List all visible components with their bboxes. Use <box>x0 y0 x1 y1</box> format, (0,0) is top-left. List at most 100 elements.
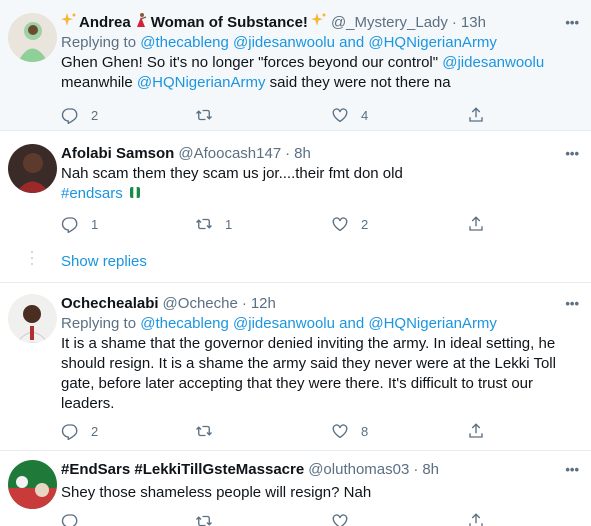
retweet-button[interactable]: 1 <box>195 214 232 234</box>
show-replies-link[interactable]: Show replies <box>61 252 147 272</box>
avatar-image <box>8 144 57 193</box>
mention-link[interactable]: @thecableng <box>140 315 229 332</box>
tweet-header: Afolabi Samson @Afoocash147 · 8h ••• <box>61 144 583 164</box>
retweet-button[interactable] <box>195 105 225 125</box>
replying-and[interactable]: and <box>339 315 364 332</box>
mention-link[interactable]: @HQNigerianArmy <box>368 34 497 51</box>
tweet-text-part: Ghen Ghen! So it's no longer "forces bey… <box>61 54 439 71</box>
retweet-button[interactable] <box>195 421 225 441</box>
author-handle[interactable]: @_Mystery_Lady <box>331 13 448 33</box>
reply-button[interactable]: 2 <box>61 105 98 125</box>
retweet-icon <box>196 425 212 437</box>
reply-icon <box>61 108 78 124</box>
author-handle[interactable]: @oluthomas03 <box>308 460 409 480</box>
reply-button[interactable] <box>61 511 79 526</box>
replying-to: Replying to @thecableng @jidesanwoolu an… <box>61 314 583 334</box>
more-options-icon[interactable]: ••• <box>565 460 579 480</box>
avatar-image <box>8 460 57 509</box>
like-button[interactable]: 8 <box>331 421 368 441</box>
author-name[interactable]: Afolabi Samson <box>61 144 174 164</box>
mention-link[interactable]: @jidesanwoolu <box>233 315 335 332</box>
retweet-icon <box>196 218 212 230</box>
heart-icon <box>332 424 348 439</box>
separator-dot: · <box>451 14 457 31</box>
show-replies-row[interactable]: Show replies <box>0 243 591 283</box>
tweet-header: Ochechealabi @Ocheche · 12h ••• <box>61 294 583 314</box>
more-options-icon[interactable]: ••• <box>565 144 579 164</box>
reply-icon <box>61 217 78 233</box>
tweet[interactable]: Afolabi Samson @Afoocash147 · 8h ••• Nah… <box>0 131 591 243</box>
more-options-icon[interactable]: ••• <box>565 294 579 314</box>
mention-link[interactable]: @HQNigerianArmy <box>368 315 497 332</box>
author-name[interactable]: #EndSars #LekkiTillGsteMassacre <box>61 460 304 480</box>
tweet-text-part: meanwhile <box>61 74 133 91</box>
separator-dot: · <box>241 295 247 312</box>
author-name-suffix[interactable]: Woman of Substance! <box>151 13 308 33</box>
avatar[interactable] <box>8 144 57 193</box>
like-count: 8 <box>361 423 369 439</box>
tweet-text: Shey those shameless people will resign?… <box>61 484 372 501</box>
avatar-image <box>8 13 57 62</box>
share-icon <box>469 216 483 231</box>
sparkle-star-icon <box>61 12 77 34</box>
retweet-button[interactable] <box>195 511 213 526</box>
tweet[interactable]: Andrea Woman of Substance! @_Mystery_Lad… <box>0 0 591 131</box>
replying-prefix: Replying to <box>61 34 137 51</box>
heart-icon <box>332 108 348 123</box>
share-button[interactable] <box>467 105 485 125</box>
tweet[interactable]: Ochechealabi @Ocheche · 12h ••• Replying… <box>0 283 591 451</box>
dancer-icon <box>133 12 149 34</box>
tweet-actions <box>61 511 501 526</box>
separator-dot: · <box>413 461 419 478</box>
raised-fist-icon <box>127 184 143 206</box>
retweet-icon <box>196 109 212 121</box>
share-icon <box>469 107 483 122</box>
reply-button[interactable]: 2 <box>61 421 98 441</box>
mention-link[interactable]: @jidesanwoolu <box>233 34 335 51</box>
tweet-actions: 2 4 <box>61 105 501 125</box>
tweet-text: Ghen Ghen! So it's no longer "forces bey… <box>61 53 583 93</box>
tweet-actions: 2 8 <box>61 421 501 441</box>
author-name[interactable]: Andrea <box>79 13 131 33</box>
thread-dots <box>30 251 34 269</box>
avatar[interactable] <box>8 294 57 343</box>
tweet-text: Nah scam them they scam us jor....their … <box>61 164 583 206</box>
author-handle[interactable]: @Ocheche <box>163 294 238 314</box>
tweet-text-part: said they were not there na <box>269 74 451 91</box>
like-button[interactable]: 2 <box>331 214 368 234</box>
share-button[interactable] <box>467 421 485 441</box>
share-button[interactable] <box>467 214 485 234</box>
timestamp[interactable]: 8h <box>422 460 439 480</box>
mention-link[interactable]: @jidesanwoolu <box>442 54 544 71</box>
share-icon <box>469 423 483 438</box>
avatar[interactable] <box>8 460 57 509</box>
sparkle-star-icon <box>310 12 327 34</box>
reply-count: 2 <box>91 107 99 123</box>
author-name[interactable]: Ochechealabi <box>61 294 159 314</box>
reply-count: 1 <box>91 216 99 232</box>
mention-link[interactable]: @HQNigerianArmy <box>137 74 266 91</box>
reply-icon <box>61 514 78 526</box>
author-handle[interactable]: @Afoocash147 <box>178 144 281 164</box>
like-button[interactable] <box>331 511 349 526</box>
reply-count: 2 <box>91 423 99 439</box>
timestamp[interactable]: 12h <box>251 294 276 314</box>
mention-link[interactable]: @thecableng <box>140 34 229 51</box>
hashtag-link[interactable]: #endsars <box>61 185 123 202</box>
tweet-text: It is a shame that the governor denied i… <box>61 335 556 412</box>
replying-and[interactable]: and <box>339 34 364 51</box>
more-options-icon[interactable]: ••• <box>565 13 579 33</box>
tweet-actions: 1 1 2 <box>61 214 501 234</box>
tweet-header: #EndSars #LekkiTillGsteMassacre @oluthom… <box>61 460 583 480</box>
like-count: 2 <box>361 216 369 232</box>
avatar[interactable] <box>8 13 57 62</box>
tweet[interactable]: #EndSars #LekkiTillGsteMassacre @oluthom… <box>0 451 591 526</box>
share-button[interactable] <box>467 511 485 526</box>
replying-to: Replying to @thecableng @jidesanwoolu an… <box>61 33 583 53</box>
timestamp[interactable]: 13h <box>461 13 486 33</box>
like-button[interactable]: 4 <box>331 105 368 125</box>
timestamp[interactable]: 8h <box>294 144 311 164</box>
separator-dot: · <box>285 145 291 162</box>
heart-icon <box>332 514 348 526</box>
reply-button[interactable]: 1 <box>61 214 98 234</box>
